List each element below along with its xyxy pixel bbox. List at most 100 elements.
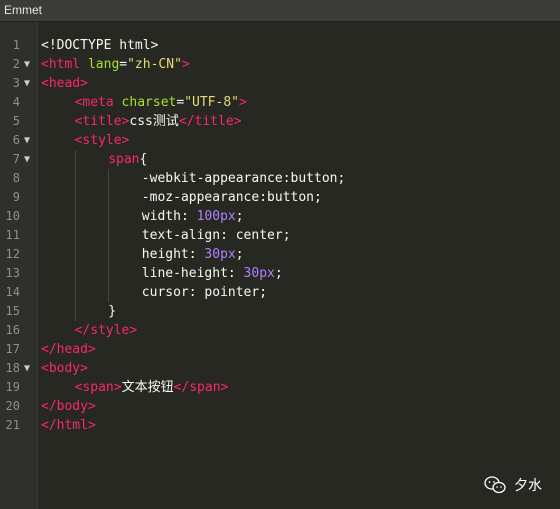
line-number: 1 xyxy=(12,38,20,52)
line-number: 19 xyxy=(5,380,20,394)
code-token: 文本按钮 xyxy=(121,380,174,395)
line-number: 16 xyxy=(5,323,20,337)
code-line[interactable]: 16 </style> xyxy=(0,321,560,340)
indent-guide xyxy=(74,207,76,226)
indent-guide xyxy=(74,264,76,283)
indent-guide xyxy=(74,169,76,188)
code-line[interactable]: 21 </html> xyxy=(0,416,560,435)
code-token: html xyxy=(48,57,81,72)
code-token: 30px xyxy=(243,266,275,281)
fold-arrow-icon[interactable]: ▼ xyxy=(24,359,34,378)
code-token: "zh-CN" xyxy=(127,57,182,72)
line-content: <title>css测试</title> xyxy=(75,112,242,131)
indent-guide xyxy=(74,245,76,264)
line-number: 11 xyxy=(5,228,20,242)
code-token: = xyxy=(176,95,185,110)
code-token: 100px xyxy=(196,209,236,224)
line-number: 2 xyxy=(12,57,20,71)
indent-guide xyxy=(74,226,76,245)
code-token: : xyxy=(180,209,197,224)
code-line[interactable]: 13 line-height: 30px; xyxy=(0,264,560,283)
code-token: </head> xyxy=(41,342,96,357)
code-line[interactable]: 2 ▼ <html lang="zh-CN"> xyxy=(0,55,560,74)
line-content: </html> xyxy=(41,416,96,435)
code-token: </title> xyxy=(178,114,242,129)
line-content: <head> xyxy=(41,74,88,93)
code-line[interactable]: 5 <title>css测试</title> xyxy=(0,112,560,131)
watermark-text: 夕水 xyxy=(514,478,542,494)
line-content: line-height: 30px; xyxy=(142,264,283,283)
code-token: </body> xyxy=(41,399,96,414)
editor-window: Emmet 1 <!DOCTYPE html> 2 ▼ <html lang="zh-C… xyxy=(0,0,560,509)
line-content: span{ xyxy=(108,150,147,169)
line-number: 13 xyxy=(5,266,20,280)
code-line[interactable]: 4 <meta charset="UTF-8"> xyxy=(0,93,560,112)
wechat-icon xyxy=(484,476,506,494)
code-token: } xyxy=(108,304,117,319)
code-token: appearance xyxy=(204,171,283,186)
code-token: text-align xyxy=(141,228,221,243)
code-line[interactable]: 14 cursor: pointer; xyxy=(0,283,560,302)
line-content: } xyxy=(108,302,116,321)
code-line[interactable]: 11 text-align: center; xyxy=(0,226,560,245)
code-line[interactable]: 12 height: 30px; xyxy=(0,245,560,264)
code-token: 30px xyxy=(204,247,236,262)
code-line[interactable]: 1 <!DOCTYPE html> xyxy=(0,36,560,55)
line-number: 6 xyxy=(12,133,20,147)
line-number: 9 xyxy=(12,190,20,204)
code-token: <head> xyxy=(41,76,88,91)
code-line[interactable]: 15} xyxy=(0,302,560,321)
line-content: <body> xyxy=(41,359,88,378)
line-content: text-align: center; xyxy=(142,226,291,245)
line-number: 17 xyxy=(5,342,20,356)
code-line[interactable]: 10 width: 100px; xyxy=(0,207,560,226)
code-token: :button; xyxy=(282,171,346,186)
code-token: <body> xyxy=(41,361,88,376)
line-number: 18 xyxy=(5,361,20,375)
line-content: </head> xyxy=(41,340,96,359)
code-token: <!DOCTYPE html> xyxy=(41,38,159,53)
code-token: > xyxy=(181,57,190,72)
line-content: height: 30px; xyxy=(142,245,244,264)
code-token: <title> xyxy=(74,114,130,129)
code-line[interactable]: 8 -webkit-appearance:button; xyxy=(0,169,560,188)
code-editor[interactable]: 1 <!DOCTYPE html> 2 ▼ <html lang="zh-CN"> 3 ▼ <… xyxy=(0,36,560,435)
code-line[interactable]: 7 ▼ span{ xyxy=(0,150,560,169)
fold-arrow-icon[interactable]: ▼ xyxy=(24,74,34,93)
code-token: < xyxy=(41,57,49,72)
code-line[interactable]: 19 <span>文本按钮</span> xyxy=(0,378,560,397)
line-number: 20 xyxy=(5,399,20,413)
title-bar: Emmet xyxy=(0,0,560,22)
indent-guide xyxy=(108,169,110,188)
code-token: : xyxy=(227,266,244,281)
line-content: cursor: pointer; xyxy=(142,283,267,302)
code-line[interactable]: 18 ▼ <body> xyxy=(0,359,560,378)
indent-guide xyxy=(108,188,110,207)
code-token: <span> xyxy=(74,380,122,395)
code-line[interactable]: 3 ▼ <head> xyxy=(0,74,560,93)
fold-arrow-icon[interactable]: ▼ xyxy=(24,150,34,169)
indent-guide xyxy=(108,207,110,226)
code-line[interactable]: 6 ▼ <style> xyxy=(0,131,560,150)
fold-arrow-icon[interactable]: ▼ xyxy=(24,55,34,74)
line-number: 5 xyxy=(12,114,20,128)
code-line[interactable]: 9 -moz-appearance:button; xyxy=(0,188,560,207)
code-token: ; xyxy=(274,266,283,281)
code-line[interactable]: 17 </head> xyxy=(0,340,560,359)
code-token: "UTF-8" xyxy=(184,95,239,110)
code-token: -webkit- xyxy=(141,171,205,186)
code-token: = xyxy=(119,57,128,72)
line-number: 14 xyxy=(5,285,20,299)
line-content: <!DOCTYPE html> xyxy=(41,36,158,55)
indent-guide xyxy=(74,188,76,207)
indent-guide xyxy=(108,283,110,302)
line-content: <html lang="zh-CN"> xyxy=(41,55,190,74)
code-token: span xyxy=(108,152,140,167)
code-token: height xyxy=(141,247,189,262)
fold-arrow-icon[interactable]: ▼ xyxy=(24,131,34,150)
line-content: -webkit-appearance:button; xyxy=(142,169,346,188)
code-line[interactable]: 20 </body> xyxy=(0,397,560,416)
code-token: : center; xyxy=(220,228,291,243)
code-token: lang xyxy=(80,57,120,72)
line-content: -moz-appearance:button; xyxy=(142,188,322,207)
